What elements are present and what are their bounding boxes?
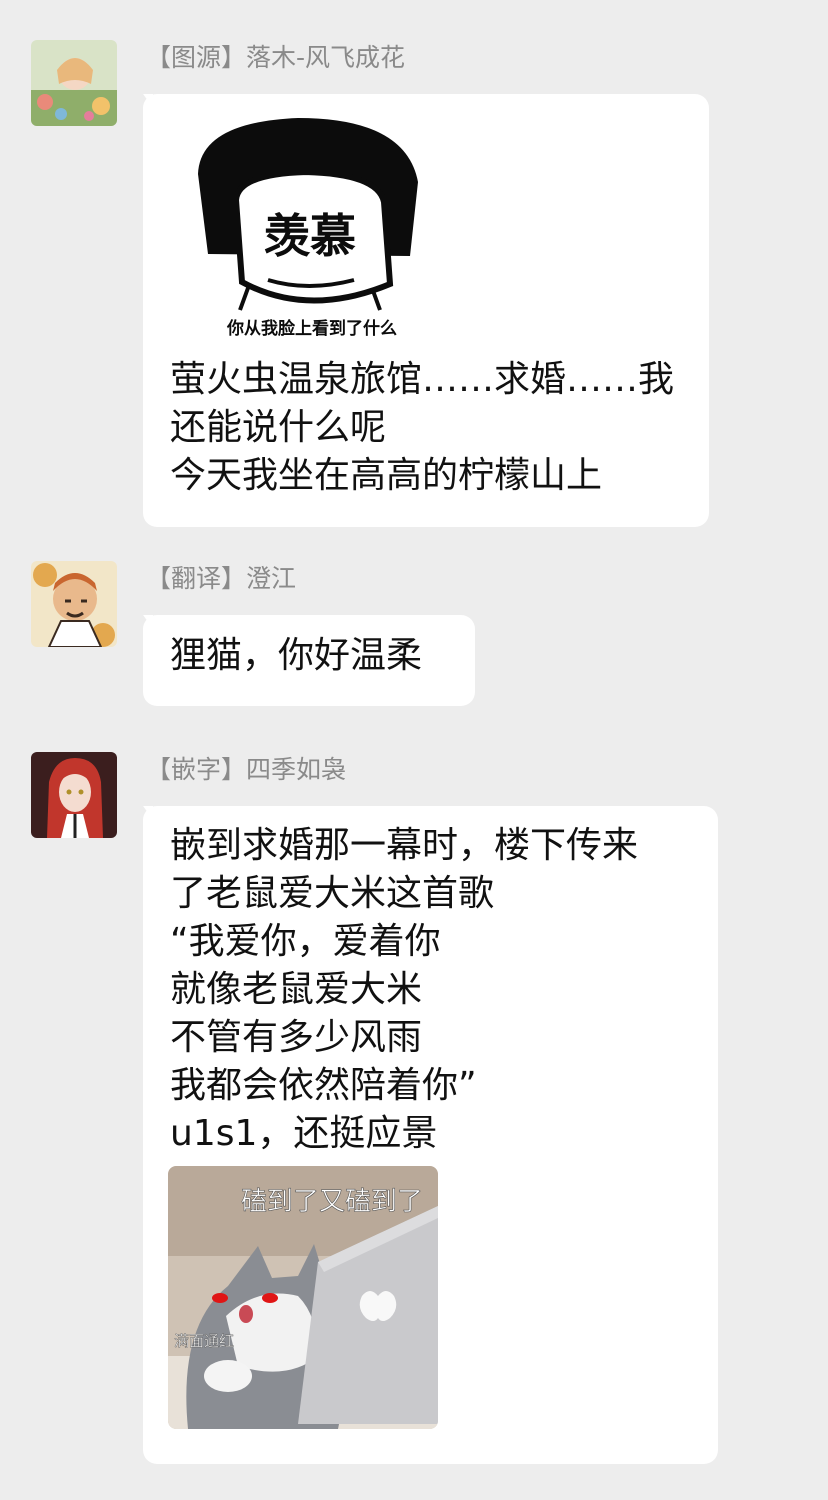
message-text: 嵌到求婚那一幕时，楼下传来 了老鼠爱大米这首歌 “我爱你，爱着你 就像老鼠爱大米… xyxy=(170,822,638,1158)
message-line: 了老鼠爱大米这首歌 xyxy=(170,873,495,914)
sticker-image[interactable]: 羡慕 你从我脸上看到了什么 xyxy=(178,104,438,336)
sender-nickname: 四季如袅 xyxy=(246,755,347,784)
sender-role-tag: 【图源】 xyxy=(146,43,247,72)
sender-name: 【嵌字】四季如袅 xyxy=(146,753,346,787)
avatar-image xyxy=(31,561,117,647)
sticker-label: 羡慕 xyxy=(264,209,356,263)
avatar-image xyxy=(31,40,117,126)
sender-role-tag: 【嵌字】 xyxy=(146,755,247,784)
sticker-caption: 你从我脸上看到了什么 xyxy=(226,318,397,336)
photo-side-caption: 满面通红 xyxy=(174,1332,234,1350)
photo-caption: 磕到了又磕到了 xyxy=(241,1187,423,1217)
avatar-image xyxy=(31,752,117,838)
avatar[interactable] xyxy=(31,561,117,647)
message-line: 还能说什么呢 xyxy=(170,407,387,448)
message-line: 今天我坐在高高的柠檬山上 xyxy=(170,455,603,496)
message-text: 狸猫，你好温柔 xyxy=(170,632,422,680)
sender-role-tag: 【翻译】 xyxy=(146,564,247,593)
message-line: 狸猫，你好温柔 xyxy=(170,635,423,676)
message-line: 萤火虫温泉旅馆……求婚……我 xyxy=(170,359,675,400)
message-line: 我都会依然陪着你” xyxy=(170,1065,477,1106)
avatar[interactable] xyxy=(31,752,117,838)
message-text: 萤火虫温泉旅馆……求婚……我 还能说什么呢 今天我坐在高高的柠檬山上 xyxy=(170,356,674,500)
sender-nickname: 落木-风飞成花 xyxy=(246,43,406,72)
avatar[interactable] xyxy=(31,40,117,126)
message-line: 不管有多少风雨 xyxy=(170,1017,423,1058)
sender-name: 【图源】落木-风飞成花 xyxy=(146,41,405,75)
message-line: “我爱你，爱着你 xyxy=(170,921,441,962)
message-line: u1s1，还挺应景 xyxy=(170,1113,438,1154)
message-line: 就像老鼠爱大米 xyxy=(170,969,423,1010)
sender-name: 【翻译】澄江 xyxy=(146,562,296,596)
message-bubble[interactable]: 狸猫，你好温柔 xyxy=(143,615,475,706)
message-bubble[interactable]: 嵌到求婚那一幕时，楼下传来 了老鼠爱大米这首歌 “我爱你，爱着你 就像老鼠爱大米… xyxy=(143,806,718,1464)
meme-photo[interactable]: 磕到了又磕到了 满面通红 xyxy=(168,1166,438,1429)
message-line: 嵌到求婚那一幕时，楼下传来 xyxy=(170,825,639,866)
sender-nickname: 澄江 xyxy=(246,564,297,593)
message-bubble[interactable]: 羡慕 你从我脸上看到了什么 萤火虫温泉旅馆……求婚……我 还能说什么呢 今天我坐… xyxy=(143,94,709,527)
